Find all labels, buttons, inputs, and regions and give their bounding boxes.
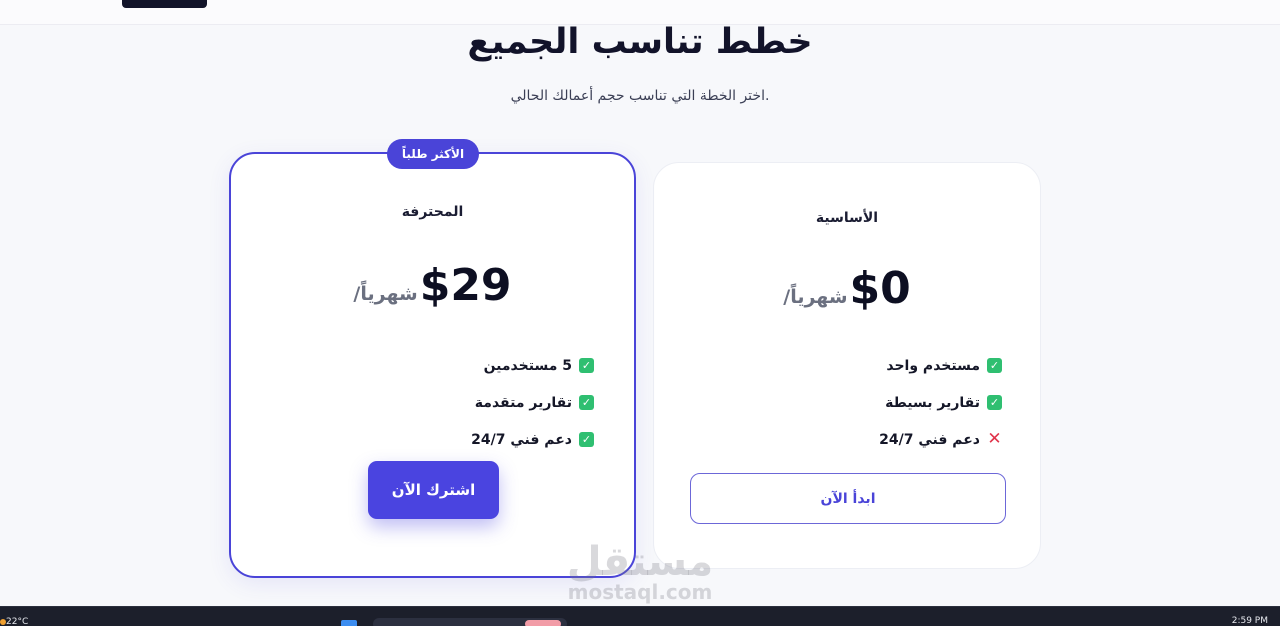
check-icon: ✓ <box>579 358 594 373</box>
plan-price: $0 /شهرياً <box>654 263 1040 314</box>
plan-price: $29 /شهرياً <box>231 260 634 311</box>
plan-card-basic: الأساسية $0 /شهرياً ✓ مستخدم واحد ✓ تقار… <box>653 162 1041 569</box>
cross-icon: ✕ <box>987 429 1002 449</box>
search-highlight-icon <box>525 620 561 626</box>
feature-item: ✓ 5 مستخدمين <box>471 347 594 384</box>
check-icon: ✓ <box>987 358 1002 373</box>
check-icon: ✓ <box>579 395 594 410</box>
price-period: /شهرياً <box>783 286 848 308</box>
plan-card-pro: الأكثر طلباً المحترفة $29 /شهرياً ✓ 5 مس… <box>229 139 636 578</box>
feature-label: تقارير متقدمة <box>474 394 572 411</box>
weather-temperature[interactable]: 22°C <box>6 617 28 626</box>
feature-item: ✓ تقارير متقدمة <box>471 384 594 421</box>
page-subtitle: اختر الخطة التي تناسب حجم أعمالك الحالي. <box>510 88 770 104</box>
taskbar-search[interactable] <box>373 618 567 626</box>
navbar-cta-button[interactable] <box>122 0 207 8</box>
check-icon: ✓ <box>987 395 1002 410</box>
most-popular-badge: الأكثر طلباً <box>387 139 479 169</box>
plan-name: الأساسية <box>815 210 879 226</box>
watermark-latin: mostaql.com <box>567 580 713 604</box>
plan-name: المحترفة <box>401 204 464 220</box>
feature-list: ✓ مستخدم واحد ✓ تقارير بسيطة ✕ دعم فني 2… <box>879 347 1002 458</box>
feature-label: مستخدم واحد <box>886 357 980 374</box>
price-period: /شهرياً <box>353 283 418 305</box>
feature-label: دعم فني 24/7 <box>471 431 572 448</box>
os-taskbar: 22°C 2:59 PM <box>0 606 1280 626</box>
feature-label: 5 مستخدمين <box>483 357 572 374</box>
feature-item: ✕ دعم فني 24/7 <box>879 421 1002 458</box>
subscribe-now-button[interactable]: اشترك الآن <box>368 461 499 519</box>
feature-list: ✓ 5 مستخدمين ✓ تقارير متقدمة ✓ دعم فني 2… <box>471 347 594 458</box>
page-title: خطط تناسب الجميع <box>467 22 813 62</box>
feature-item: ✓ مستخدم واحد <box>879 347 1002 384</box>
taskbar-clock[interactable]: 2:59 PM <box>1232 616 1268 626</box>
feature-item: ✓ دعم فني 24/7 <box>471 421 594 458</box>
check-icon: ✓ <box>579 432 594 447</box>
price-amount: $29 <box>419 260 512 311</box>
feature-label: تقارير بسيطة <box>885 394 980 411</box>
windows-start-icon[interactable] <box>341 620 357 626</box>
feature-label: دعم فني 24/7 <box>879 431 980 448</box>
start-now-button[interactable]: ابدأ الآن <box>690 473 1006 524</box>
price-amount: $0 <box>849 263 911 314</box>
feature-item: ✓ تقارير بسيطة <box>879 384 1002 421</box>
